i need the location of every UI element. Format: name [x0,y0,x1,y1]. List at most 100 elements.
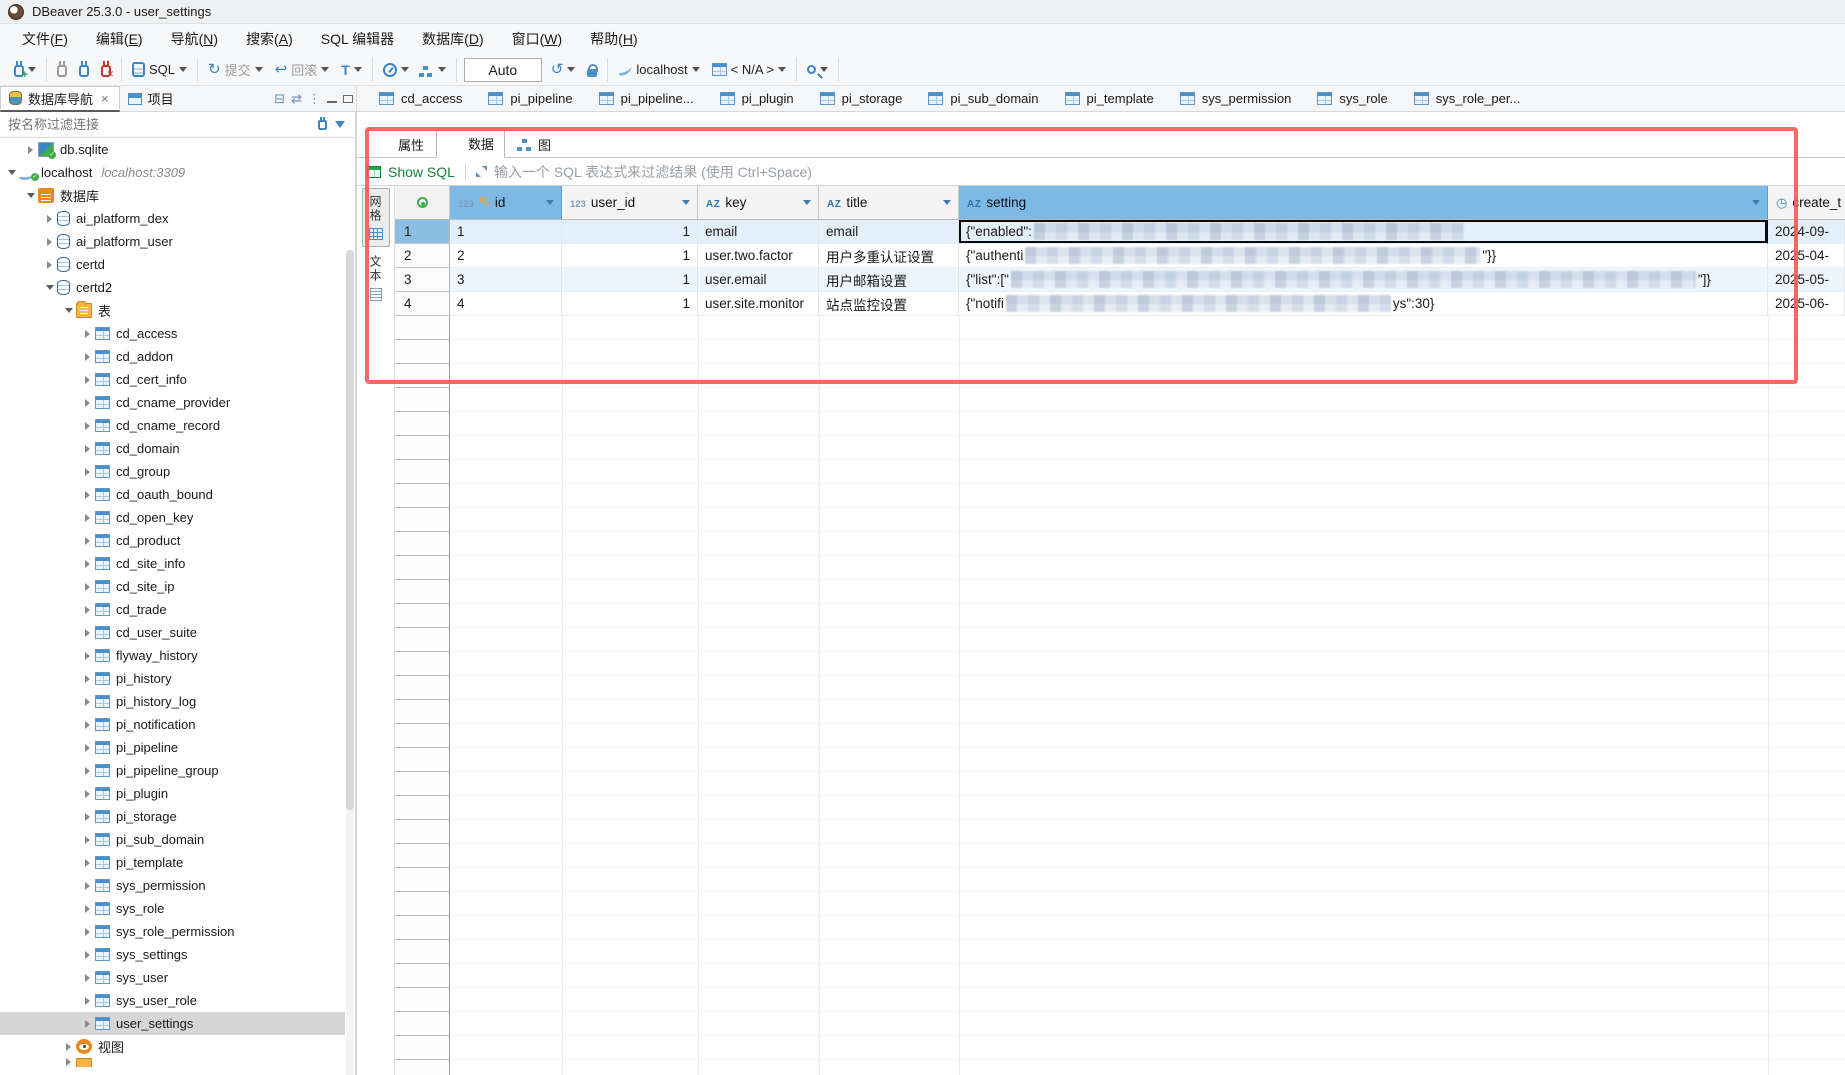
tree-row[interactable]: sys_role 32K [0,897,345,920]
lock-button[interactable] [584,61,600,79]
column-filter-caret[interactable] [546,200,554,205]
expander-chevron-icon[interactable] [42,238,57,246]
tab-database-navigator[interactable]: 数据库导航 × [0,86,120,112]
expander-chevron-icon[interactable] [4,170,19,175]
cell-setting[interactable]: {"list":[" "]} [959,268,1768,292]
tree-row[interactable]: cd_cert_info 80K [0,368,345,391]
tree-row[interactable]: pi_pipeline_group 32K [0,759,345,782]
new-connection-button[interactable] [11,60,39,79]
tree-row[interactable]: pi_history_log 48K [0,690,345,713]
expander-chevron-icon[interactable] [80,882,95,890]
menu-item[interactable]: 帮助(H) [578,25,649,53]
refresh-button[interactable]: ↺ [548,60,579,79]
menu-item[interactable]: 数据库(D) [410,25,495,53]
cell-create-time[interactable]: 2024-09- [1768,220,1845,244]
menu-item[interactable]: 窗口(W) [500,25,575,53]
tree-row[interactable]: pi_sub_domain 48K [0,828,345,851]
tree-row[interactable]: localhost localhost:3309 [0,161,345,184]
tree-row[interactable]: cd_trade 64K [0,598,345,621]
tree-row[interactable]: cd_group 16K [0,460,345,483]
disconnect-button[interactable] [98,60,114,79]
tree-row[interactable]: certd2 [0,276,345,299]
editor-tab[interactable]: pi_pipeline [488,91,572,106]
table-row[interactable]: 4 4 1 user.site.monitor 站点监控设置 {"notifi … [395,292,1845,316]
tree-row[interactable]: ai_platform_user [0,230,345,253]
tree-row[interactable]: pi_history 32K [0,667,345,690]
chevron-down-icon[interactable] [778,67,786,72]
cell-setting[interactable]: {"enabled": [959,220,1768,244]
expander-chevron-icon[interactable] [80,836,95,844]
expander-chevron-icon[interactable] [80,376,95,384]
tree-row[interactable]: pi_storage 48K [0,805,345,828]
expander-chevron-icon[interactable] [80,514,95,522]
column-header[interactable]: title [819,186,959,219]
sql-filter-placeholder[interactable]: 输入一个 SQL 表达式来过滤结果 (使用 Ctrl+Space) [494,162,812,182]
commit-button[interactable]: ↻提交 [205,58,266,81]
tree-row[interactable]: ai_platform_dex [0,207,345,230]
expander-chevron-icon[interactable] [80,537,95,545]
column-filter-caret[interactable] [682,200,690,205]
cell-title[interactable]: 用户邮箱设置 [819,268,959,292]
tree-row[interactable]: cd_domain 48K [0,437,345,460]
select-all-radio-icon[interactable] [417,197,428,208]
tree-row[interactable]: cd_cname_provider [0,391,345,414]
tree-row[interactable]: 表 [0,299,345,322]
expander-chevron-icon[interactable] [80,928,95,936]
tree-row[interactable]: cd_open_key 48K [0,506,345,529]
tree-row[interactable]: cd_site_info 64K [0,552,345,575]
expander-chevron-icon[interactable] [80,353,95,361]
table-row[interactable]: 3 3 1 user.email 用户邮箱设置 {"list":[" "]} 2… [395,268,1845,292]
column-filter-caret[interactable] [943,200,951,205]
result-tab[interactable]: 数据 [436,129,505,158]
performance-button[interactable] [380,61,412,79]
expander-chevron-icon[interactable] [80,721,95,729]
cell-title[interactable]: email [819,220,959,244]
cell-key[interactable]: user.two.factor [698,244,819,268]
scrollbar-thumb[interactable] [346,250,354,810]
tree-row[interactable]: user_settings 32K [0,1012,345,1035]
tab-projects[interactable]: 项目 [120,86,182,112]
tree-row[interactable]: sys_user 64K [0,966,345,989]
chevron-down-icon[interactable] [401,67,409,72]
cell-key[interactable]: user.email [698,268,819,292]
cell-user-id[interactable]: 1 [562,292,698,316]
chevron-down-icon[interactable] [692,67,700,72]
expander-chevron-icon[interactable] [80,468,95,476]
cell-user-id[interactable]: 1 [562,220,698,244]
row-number-cell[interactable]: 4 [395,292,450,316]
cell-key[interactable]: user.site.monitor [698,292,819,316]
expander-chevron-icon[interactable] [42,215,57,223]
chevron-down-icon[interactable] [179,67,187,72]
chevron-down-icon[interactable] [567,67,575,72]
expand-filter-icon[interactable] [476,166,487,177]
expander-chevron-icon[interactable] [80,422,95,430]
editor-tab[interactable]: pi_template [1065,91,1154,106]
expander-chevron-icon[interactable] [61,1058,76,1066]
collapse-all-icon[interactable]: ⊟ [271,91,288,107]
cell-setting[interactable]: {"authenti "}} [959,244,1768,268]
database-selector[interactable]: < N/A > [709,60,789,79]
tree-row[interactable]: cd_oauth_bound 48K [0,483,345,506]
close-icon[interactable]: × [99,91,111,106]
menu-item[interactable]: SQL 编辑器 [309,25,406,53]
view-menu-icon[interactable]: ⋮ [305,91,324,107]
editor-tab[interactable]: sys_role [1317,91,1387,106]
column-filter-caret[interactable] [1752,200,1760,205]
column-filter-caret[interactable] [803,200,811,205]
expander-chevron-icon[interactable] [80,330,95,338]
expander-chevron-icon[interactable] [80,813,95,821]
cell-user-id[interactable]: 1 [562,268,698,292]
cell-setting[interactable]: {"notifi ys":30} [959,292,1768,316]
expander-chevron-icon[interactable] [80,606,95,614]
tree-row[interactable]: sys_permission 32K [0,874,345,897]
column-header[interactable]: id [450,186,562,219]
editor-tab[interactable]: pi_storage [820,91,903,106]
chevron-down-icon[interactable] [354,67,362,72]
expander-chevron-icon[interactable] [23,193,38,198]
chevron-down-icon[interactable] [321,67,329,72]
plug-filter-icon[interactable] [318,120,327,130]
result-tab[interactable]: 图 [507,131,561,158]
column-header[interactable]: key [698,186,819,219]
sql-editor-button[interactable]: SQL [129,60,190,79]
table-row[interactable]: 1 1 1 email email {"enabled": 2024-09- [395,220,1845,244]
